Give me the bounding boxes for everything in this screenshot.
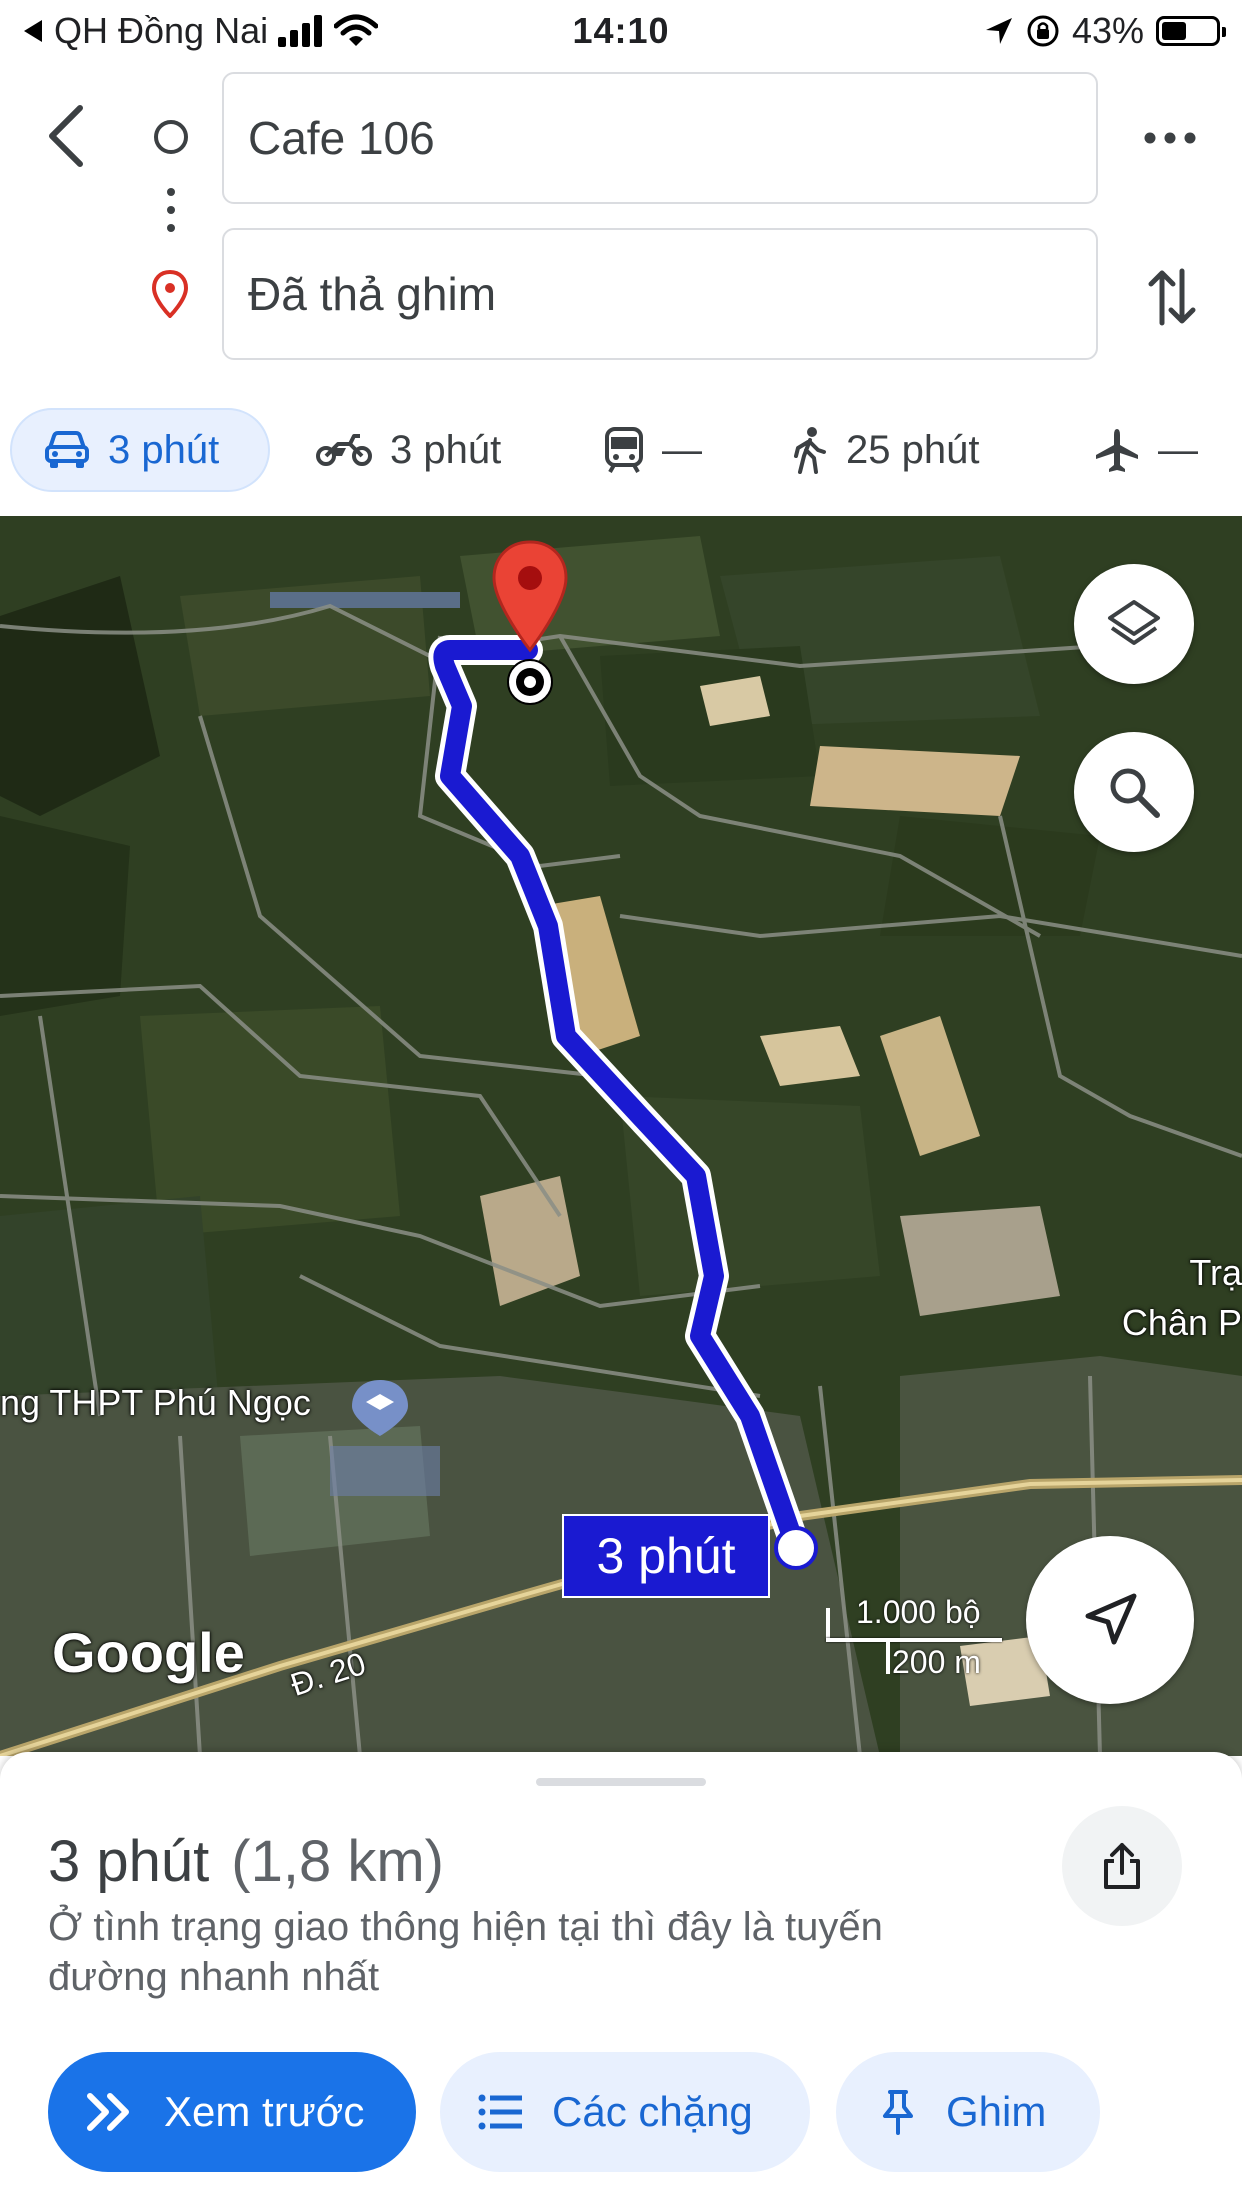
destination-pin-icon — [150, 269, 190, 319]
tab-walking-label: 25 phút — [846, 427, 980, 472]
preview-button[interactable]: Xem trước — [48, 2052, 416, 2172]
preview-button-label: Xem trước — [164, 2088, 365, 2135]
battery-percent: 43% — [1071, 10, 1144, 51]
route-summary: 3 phút (1,8 km) — [48, 1828, 444, 1895]
chevron-left-icon — [49, 105, 83, 167]
origin-circle-icon — [154, 120, 188, 154]
tab-transit[interactable]: — — [604, 408, 702, 492]
travel-mode-tabs: 3 phút 3 phút — 25 phút — — [0, 404, 1242, 500]
orientation-lock-icon — [1027, 15, 1059, 47]
destination-field-text: Đã thả ghim — [248, 268, 497, 320]
tab-flight-label: — — [1158, 427, 1198, 472]
origin-field-text: Cafe 106 — [248, 112, 435, 164]
status-bar: QH Đồng Nai 14:10 43% — [0, 0, 1242, 64]
destination-field[interactable]: Đã thả ghim — [222, 228, 1098, 360]
route-duration: 3 phút — [48, 1829, 210, 1894]
place-label: Trạ Chân P — [1122, 1248, 1242, 1348]
tab-driving[interactable]: 3 phút — [10, 408, 270, 492]
train-icon — [605, 427, 643, 473]
share-button[interactable] — [1062, 1806, 1182, 1926]
dropped-pin-icon[interactable] — [488, 538, 572, 658]
pin-button[interactable]: Ghim — [836, 2052, 1100, 2172]
origin-field[interactable]: Cafe 106 — [222, 72, 1098, 204]
route-distance: (1,8 km) — [231, 1829, 444, 1894]
layers-icon — [1108, 600, 1160, 645]
swap-vertical-icon — [1148, 268, 1196, 326]
steps-button-label: Các chặng — [552, 2088, 753, 2135]
location-arrow-icon — [985, 18, 1012, 44]
car-icon — [45, 431, 89, 468]
double-chevron-right-icon — [87, 2093, 129, 2131]
share-icon — [1104, 1843, 1140, 1889]
sheet-drag-handle[interactable] — [536, 1778, 706, 1786]
layers-button[interactable] — [1074, 564, 1194, 684]
place-label-line-2: Chân P — [1121, 1302, 1242, 1343]
tab-walking[interactable]: 25 phút — [792, 408, 979, 492]
pushpin-icon — [883, 2090, 913, 2135]
tab-motorbike[interactable]: 3 phút — [316, 408, 501, 492]
school-label[interactable]: ng THPT Phú Ngọc — [0, 1382, 311, 1424]
route-description: Ở tình trạng giao thông hiện tại thì đây… — [48, 1905, 883, 1999]
tab-flight[interactable]: — — [1094, 408, 1198, 492]
list-icon — [478, 2094, 522, 2130]
battery-icon — [1156, 16, 1226, 46]
tab-motorbike-label: 3 phút — [390, 427, 502, 472]
navigation-arrow-icon — [1085, 1593, 1137, 1645]
scale-imperial: 1.000 bộ — [856, 1594, 981, 1630]
back-button[interactable] — [36, 96, 96, 176]
map-scale: 1.000 bộ 200 m — [826, 1594, 1002, 1694]
swap-route-button[interactable] — [1140, 262, 1204, 332]
steps-button[interactable]: Các chặng — [440, 2052, 810, 2172]
route-details-sheet[interactable]: 3 phút (1,8 km) Ở tình trạng giao thông h… — [0, 1752, 1242, 2208]
google-logo: Google — [52, 1621, 245, 1684]
more-options-button[interactable] — [1140, 110, 1200, 166]
route-duration-badge[interactable]: 3 phút — [562, 1514, 770, 1598]
more-horiz-icon — [1144, 132, 1196, 144]
motorbike-icon — [316, 434, 372, 466]
search-icon — [1110, 768, 1160, 818]
scale-metric: 200 m — [892, 1644, 981, 1680]
walking-icon — [794, 427, 826, 474]
map-view[interactable]: Trạ Chân P ng THPT Phú Ngọc Đ. 20 3 phút… — [0, 516, 1242, 1756]
airplane-icon — [1096, 429, 1138, 472]
tab-driving-label: 3 phút — [108, 427, 220, 472]
pin-button-label: Ghim — [946, 2088, 1047, 2135]
route-connector-dots — [167, 188, 175, 242]
my-location-button[interactable] — [1026, 1536, 1194, 1704]
map-search-button[interactable] — [1074, 732, 1194, 852]
place-label-line-1: Trạ — [1189, 1252, 1242, 1293]
tab-transit-label: — — [662, 427, 702, 472]
